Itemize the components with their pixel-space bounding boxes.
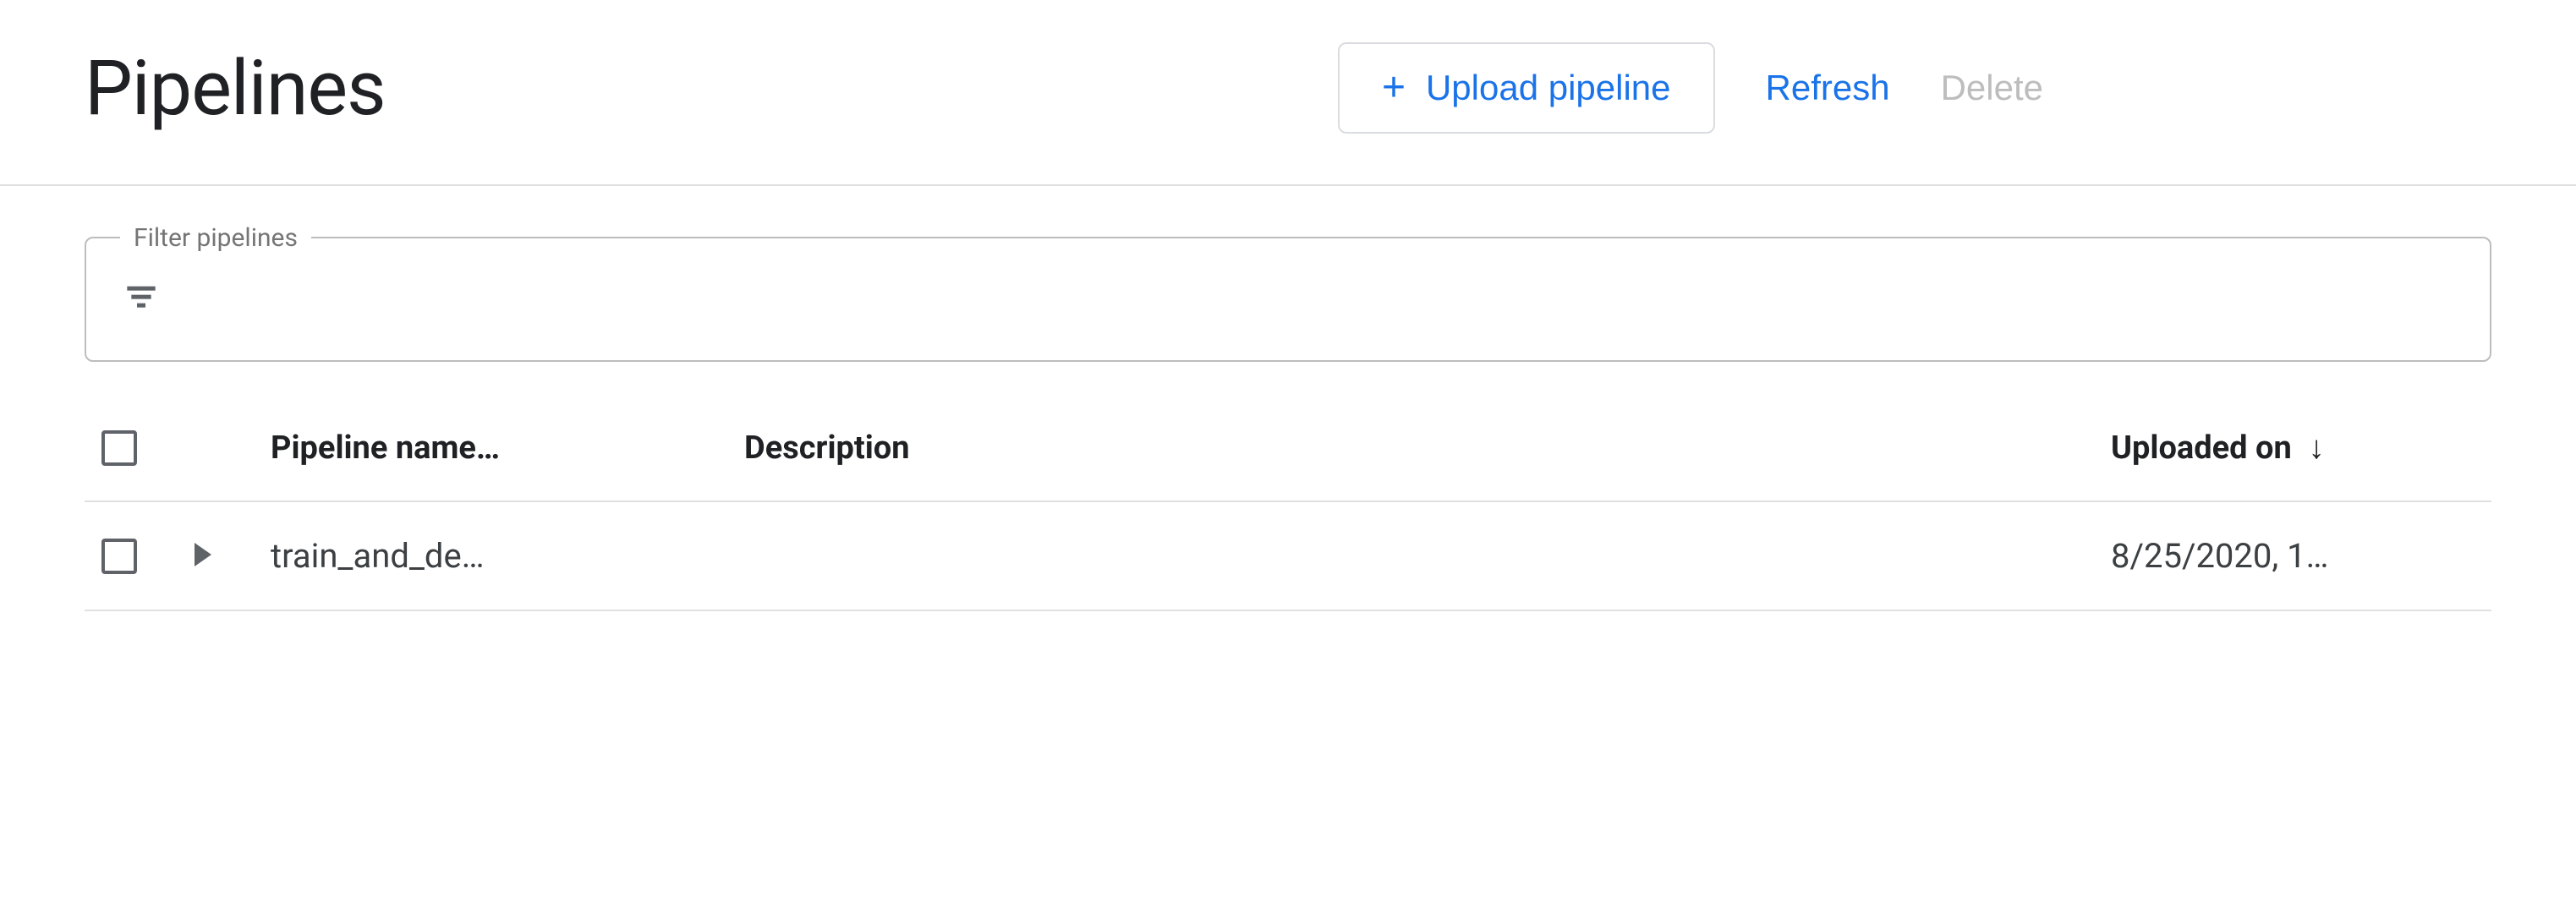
filter-box[interactable]: Filter pipelines (85, 237, 2491, 362)
header-section: Pipelines + Upload pipeline Refresh Dele… (0, 0, 2576, 186)
arrow-down-icon: ↓ (2309, 429, 2325, 467)
expand-icon[interactable] (195, 543, 211, 566)
col-uploaded-header[interactable]: Uploaded on ↓ (2111, 429, 2491, 467)
col-name-header[interactable]: Pipeline name… (271, 429, 744, 467)
select-all-checkbox[interactable] (101, 430, 137, 466)
upload-label: Upload pipeline (1426, 68, 1671, 108)
name-header-label: Pipeline name… (271, 429, 500, 467)
pipeline-uploaded: 8/25/2020, 1… (2111, 536, 2328, 576)
delete-button[interactable]: Delete (1941, 68, 2043, 108)
plus-icon: + (1382, 68, 1406, 108)
row-expand-col (186, 543, 271, 570)
header-actions: + Upload pipeline Refresh Delete (1338, 42, 2043, 134)
table-row[interactable]: train_and_de… 8/25/2020, 1… (85, 502, 2491, 611)
pipeline-name[interactable]: train_and_de… (271, 536, 484, 576)
row-checkbox[interactable] (101, 539, 137, 574)
row-uploaded-col: 8/25/2020, 1… (2111, 536, 2491, 576)
content-section: Filter pipelines Pipeline name… Descript… (0, 186, 2576, 611)
filter-icon (120, 281, 162, 318)
uploaded-header-label: Uploaded on (2111, 429, 2292, 467)
row-name-col: train_and_de… (271, 536, 744, 576)
upload-pipeline-button[interactable]: + Upload pipeline (1338, 42, 1715, 134)
col-checkbox-header (85, 430, 186, 466)
filter-label: Filter pipelines (120, 223, 311, 253)
page-title: Pipelines (85, 44, 386, 133)
row-checkbox-col (85, 539, 186, 574)
refresh-button[interactable]: Refresh (1766, 68, 1890, 108)
col-description-header[interactable]: Description (744, 429, 2111, 467)
description-header-label: Description (744, 429, 910, 467)
table-header: Pipeline name… Description Uploaded on ↓ (85, 396, 2491, 502)
